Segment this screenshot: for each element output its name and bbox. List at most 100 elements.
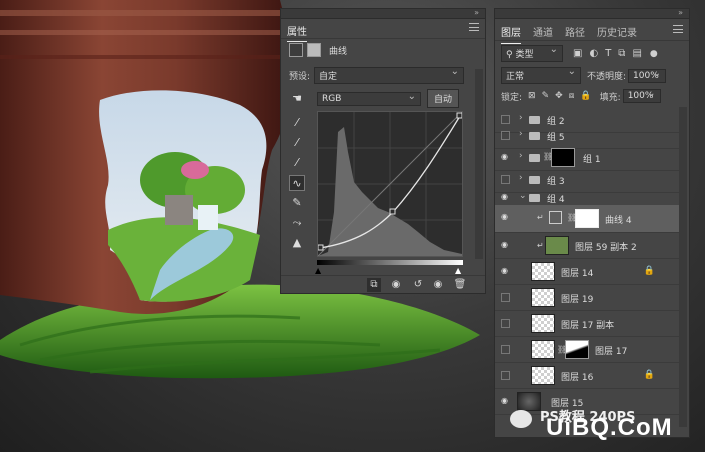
filter-kind-select[interactable]: ⚲ 类型 — [501, 44, 563, 62]
layer-row-layer-17[interactable]: ⛓ 图层 17 — [495, 337, 679, 363]
group-mask-thumb[interactable] — [551, 148, 575, 167]
lock-artboard-icon[interactable]: ⧈ — [569, 91, 575, 101]
eyedropper-gray-icon[interactable]: ⁄ — [289, 135, 305, 151]
white-slider[interactable]: ▲ — [455, 266, 461, 275]
eye-icon[interactable]: ◉ — [501, 213, 511, 221]
wechat-icon — [510, 410, 532, 428]
folder-open-icon — [529, 194, 540, 202]
opacity-field[interactable]: 100% — [628, 68, 667, 83]
preset-select[interactable]: 自定 — [314, 66, 465, 84]
filter-kind-label: 类型 — [515, 50, 534, 60]
reset-icon[interactable]: ↺ — [411, 278, 425, 292]
curve-point-white[interactable] — [456, 112, 463, 119]
auto-button[interactable]: 自动 — [427, 89, 460, 108]
visibility-toggle[interactable] — [501, 175, 510, 184]
visibility-toggle[interactable] — [501, 293, 510, 302]
filter-adjustment-icon[interactable]: ◐ — [589, 48, 598, 59]
properties-panel: » 属性 曲线 预设: 自定 RGB 自动 ☚ ⁄ ⁄ ⁄ ∿ ✎ ⤳ ▲ — [280, 8, 486, 294]
filter-pixel-icon[interactable]: ▣ — [573, 48, 582, 59]
layers-scrollbar[interactable] — [679, 107, 687, 427]
blend-mode-select[interactable]: 正常 — [501, 66, 581, 84]
curve-point-icon[interactable]: ∿ — [289, 175, 305, 191]
clipping-warning-icon[interactable]: ▲ — [289, 235, 305, 251]
chevron-right-icon[interactable]: › — [519, 113, 523, 123]
layer-thumbnail[interactable] — [531, 366, 555, 385]
pencil-icon[interactable]: ✎ — [289, 195, 305, 211]
eye-icon[interactable]: ◉ — [501, 241, 511, 249]
properties-scrollbar[interactable] — [475, 69, 483, 259]
eye-icon[interactable]: ◉ — [501, 153, 511, 161]
visibility-icon[interactable]: ◉ — [431, 278, 445, 292]
curves-adjustment-icon — [289, 43, 303, 57]
layer-thumbnail[interactable] — [531, 314, 555, 333]
layer-row-layer-19[interactable]: 图层 19 — [495, 285, 679, 311]
panel-drag-strip[interactable]: » — [281, 8, 485, 19]
folder-icon — [529, 154, 540, 162]
tab-properties[interactable]: 属性 — [287, 23, 307, 42]
tab-layers[interactable]: 图层 — [501, 24, 521, 44]
hand-adjust-icon[interactable]: ☚ — [289, 91, 305, 107]
trash-icon[interactable]: 🗑 — [453, 278, 467, 292]
layer-name: 组 4 — [547, 195, 565, 205]
curve-point-black[interactable] — [317, 244, 324, 251]
filter-type-icon[interactable]: T — [605, 48, 611, 59]
panel-menu-icon[interactable] — [673, 25, 683, 33]
layer-row-layer-16[interactable]: 图层 16 🔒 — [495, 363, 679, 389]
eyedropper-black-icon[interactable]: ⁄ — [289, 115, 305, 131]
visibility-toggle[interactable] — [501, 345, 510, 354]
adjustment-title: 曲线 — [329, 46, 348, 57]
tab-paths[interactable]: 路径 — [565, 24, 585, 39]
adjustment-mask-thumb[interactable] — [575, 209, 599, 228]
filter-shape-icon[interactable]: ⧉ — [618, 48, 625, 59]
lock-image-icon[interactable]: ✎ — [542, 91, 550, 101]
lock-icon: 🔒 — [643, 266, 655, 276]
layer-row-layer-14[interactable]: ◉ 图层 14 🔒 — [495, 259, 679, 285]
view-previous-icon[interactable]: ◉ — [389, 278, 403, 292]
chevron-right-icon[interactable]: › — [519, 129, 523, 139]
layer-thumbnail[interactable] — [531, 288, 555, 307]
layer-row-curves-4[interactable]: ◉ ↵ ⛓ 曲线 4 — [495, 205, 679, 233]
lock-all-icon[interactable]: 🔒 — [580, 91, 591, 101]
chevron-right-icon[interactable]: › — [519, 173, 523, 183]
visibility-toggle[interactable] — [501, 371, 510, 380]
smooth-icon[interactable]: ⤳ — [289, 215, 305, 231]
fill-field[interactable]: 100% — [622, 88, 661, 103]
black-slider[interactable]: ▲ — [315, 266, 321, 275]
filter-toggle-icon[interactable]: ● — [650, 49, 658, 59]
eyedropper-white-icon[interactable]: ⁄ — [289, 155, 305, 171]
layer-mask-thumb[interactable] — [565, 340, 589, 359]
visibility-toggle[interactable] — [501, 131, 510, 140]
clip-to-layer-icon[interactable]: ⧉ — [367, 278, 381, 292]
folder-icon — [529, 132, 540, 140]
tab-history[interactable]: 历史记录 — [597, 24, 637, 39]
layer-mask-icon[interactable] — [307, 43, 321, 57]
filter-smart-icon[interactable]: ▤ — [632, 48, 641, 59]
input-gradient-bar — [317, 260, 463, 265]
collapse-icon[interactable]: » — [474, 8, 479, 17]
preset-label: 预设: — [289, 72, 311, 82]
chevron-right-icon[interactable]: › — [519, 151, 523, 161]
fill-label: 填充: — [599, 92, 621, 103]
collapse-icon[interactable]: » — [678, 8, 683, 17]
panel-menu-icon[interactable] — [469, 23, 479, 31]
panel-drag-strip-layers[interactable]: » — [495, 8, 689, 19]
lock-position-icon[interactable]: ✥ — [555, 91, 563, 101]
channel-select[interactable]: RGB — [317, 91, 421, 106]
layer-row-layer-59-copy-2[interactable]: ◉ ↵ 图层 59 副本 2 — [495, 233, 679, 259]
eye-icon[interactable]: ◉ — [501, 267, 511, 275]
chevron-down-icon[interactable]: ⌄ — [519, 191, 527, 201]
layer-name: 图层 14 — [561, 269, 594, 279]
layer-thumbnail[interactable] — [545, 236, 569, 255]
layer-thumbnail[interactable] — [531, 340, 555, 359]
layers-list: › 组 2 › 组 5 ◉ › ⛓ 组 1 › 组 3 ◉ ⌄ 组 4 ◉ ↵ … — [495, 107, 679, 437]
layer-name: 曲线 4 — [605, 216, 632, 226]
tab-channels[interactable]: 通道 — [533, 24, 553, 39]
curve-point-mid[interactable] — [389, 208, 396, 215]
eye-icon[interactable]: ◉ — [501, 193, 511, 201]
visibility-toggle[interactable] — [501, 319, 510, 328]
curves-graph[interactable] — [317, 111, 463, 257]
layer-row-layer-17-copy[interactable]: 图层 17 副本 — [495, 311, 679, 337]
layer-thumbnail[interactable] — [531, 262, 555, 281]
lock-transparent-icon[interactable]: ⊠ — [528, 91, 536, 101]
layer-name: 组 5 — [547, 133, 565, 143]
